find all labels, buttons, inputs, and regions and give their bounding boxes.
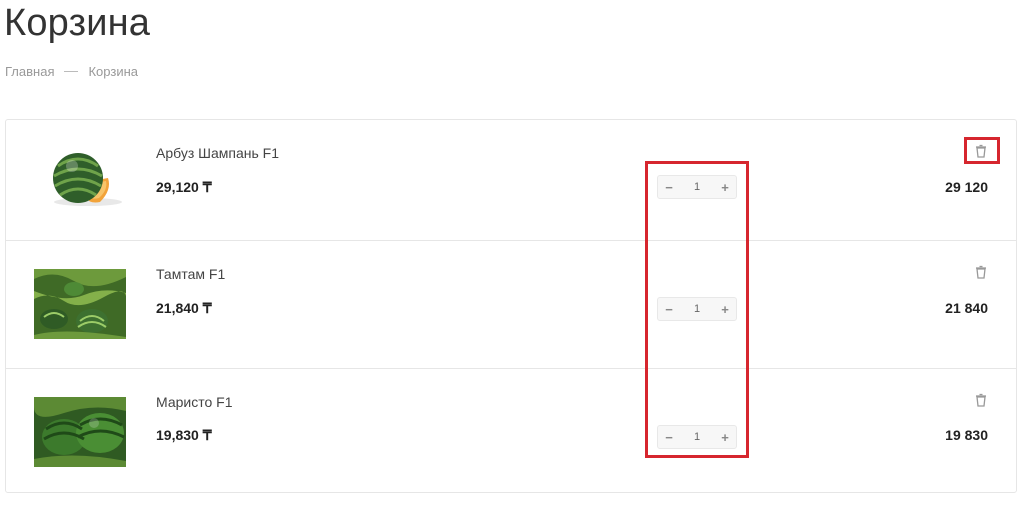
quantity-stepper: − 1 + <box>657 297 737 321</box>
quantity-stepper: − 1 + <box>657 175 737 199</box>
cart-item: Арбуз Шампань F1 29,120 ₸ − 1 + 29 120 <box>6 120 1016 240</box>
quantity-stepper: − 1 + <box>657 425 737 449</box>
breadcrumb: Главная Корзина <box>5 64 138 79</box>
cart-item: Маристо F1 19,830 ₸ − 1 + 19 830 <box>6 368 1016 492</box>
product-price: 21,840 ₸ <box>156 300 212 316</box>
decrement-button[interactable]: − <box>658 430 680 445</box>
breadcrumb-current: Корзина <box>88 64 139 79</box>
decrement-button[interactable]: − <box>658 180 680 195</box>
quantity-value[interactable]: 1 <box>680 303 714 315</box>
decrement-button[interactable]: − <box>658 302 680 317</box>
line-total: 19 830 <box>945 427 988 443</box>
quantity-value[interactable]: 1 <box>680 181 714 193</box>
cart-item: Тамтам F1 21,840 ₸ − 1 + 21 840 <box>6 240 1016 368</box>
product-image[interactable] <box>34 269 126 339</box>
product-price: 29,120 ₸ <box>156 179 212 195</box>
increment-button[interactable]: + <box>714 180 736 195</box>
product-price: 19,830 ₸ <box>156 427 212 443</box>
breadcrumb-separator <box>64 71 79 72</box>
breadcrumb-home-link[interactable]: Главная <box>5 64 54 79</box>
trash-icon[interactable] <box>974 144 988 158</box>
cart-list: Арбуз Шампань F1 29,120 ₸ − 1 + 29 120 Т… <box>5 119 1017 493</box>
quantity-value[interactable]: 1 <box>680 431 714 443</box>
product-name[interactable]: Тамтам F1 <box>156 266 225 282</box>
increment-button[interactable]: + <box>714 430 736 445</box>
increment-button[interactable]: + <box>714 302 736 317</box>
page-title: Корзина <box>4 2 151 44</box>
line-total: 21 840 <box>945 300 988 316</box>
trash-icon[interactable] <box>974 265 988 279</box>
trash-icon[interactable] <box>974 393 988 407</box>
product-image[interactable] <box>34 142 126 212</box>
product-image[interactable] <box>34 397 126 467</box>
product-name[interactable]: Маристо F1 <box>156 394 232 410</box>
line-total: 29 120 <box>945 179 988 195</box>
product-name[interactable]: Арбуз Шампань F1 <box>156 145 279 161</box>
